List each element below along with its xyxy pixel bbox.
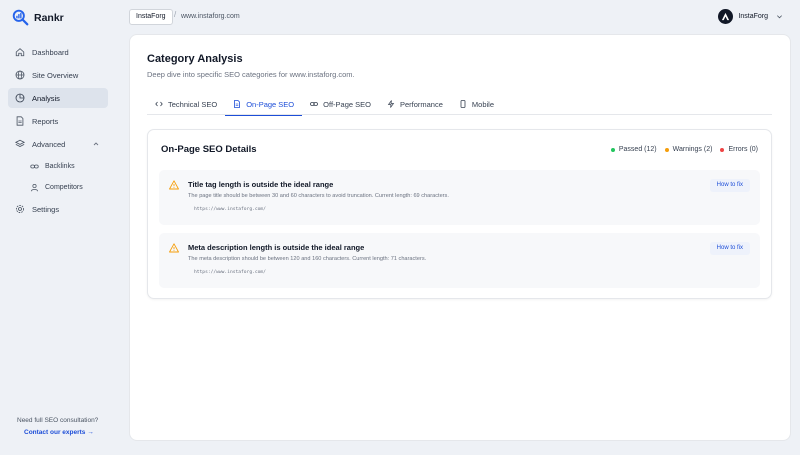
tab-label: Off-Page SEO [323,99,371,109]
avatar [718,9,734,24]
logo-icon [12,9,29,26]
page-subtitle: Deep dive into specific SEO categories f… [147,70,355,79]
tab-performance[interactable]: Performance [379,93,451,115]
chevron-up-icon[interactable] [92,140,100,148]
sidebar-item-label: Analysis [32,93,60,103]
sidebar-item-label: Competitors [45,183,83,191]
error-dot [720,147,725,152]
sidebar-item-backlinks[interactable]: Backlinks [8,157,108,175]
tab-on-page-seo[interactable]: On-Page SEO [225,93,303,116]
breadcrumb-separator: / [174,10,177,19]
lightning-icon [387,100,395,108]
app-logo[interactable]: Rankr [12,9,64,26]
sidebar-item-dashboard[interactable]: Dashboard [8,42,108,62]
mobile-icon [460,100,466,108]
sidebar-item-label: Dashboard [32,47,69,57]
issue-url: https://www.instaforg.com/ [194,207,266,212]
issue-title: Meta description length is outside the i… [188,243,365,252]
issue-description: The page title should be between 30 and … [188,193,449,199]
user-logo-icon [722,12,730,21]
home-icon [15,48,25,57]
link-icon [30,164,39,168]
globe-icon [15,70,25,80]
site-selector[interactable]: InstaForg [129,9,173,25]
warning-dot [664,147,669,152]
errors-count: Errors (0) [728,146,758,153]
sidebar-item-label: Backlinks [45,162,75,170]
issue-item: Title tag length is outside the ideal ra… [159,170,760,225]
code-icon [155,101,163,107]
details-card: On-Page SEO Details Passed (12) Warnings… [147,129,772,299]
tab-mobile[interactable]: Mobile [451,93,502,115]
user-name: InstaForg [738,13,768,20]
issue-item: Meta description length is outside the i… [159,233,760,288]
file-icon [234,100,241,108]
details-title: On-Page SEO Details [161,144,257,155]
sidebar-item-analysis[interactable]: Analysis [8,88,108,108]
status-legend: Passed (12) Warnings (2) Errors (0) [610,146,758,153]
tab-label: Performance [399,99,443,109]
category-tabs: Technical SEO On-Page SEO Off-Page SEO P… [147,93,772,116]
tab-technical-seo[interactable]: Technical SEO [147,93,225,115]
issue-url: https://www.instaforg.com/ [194,270,266,275]
legend-errors: Errors (0) [720,146,758,153]
sidebar-item-advanced[interactable]: Advanced [8,134,108,154]
document-icon [16,116,24,126]
sidebar-item-label: Advanced [32,139,66,149]
legend-passed: Passed (12) [610,146,657,153]
sidebar-item-label: Site Overview [32,70,79,80]
sidebar-item-competitors[interactable]: Competitors [8,178,108,196]
page-title: Category Analysis [147,53,243,65]
tab-label: On-Page SEO [246,99,295,109]
tab-off-page-seo[interactable]: Off-Page SEO [302,93,379,115]
gear-icon [15,204,25,214]
tab-label: Mobile [471,99,494,109]
users-icon [30,183,39,191]
issue-title: Title tag length is outside the ideal ra… [188,180,334,189]
sidebar: Rankr Dashboard Site Overview Analysis R… [0,0,118,455]
warnings-count: Warnings (2) [672,146,713,153]
sidebar-item-site-overview[interactable]: Site Overview [8,65,108,85]
warning-icon [169,243,179,253]
sidebar-item-label: Settings [32,204,60,214]
passed-count: Passed (12) [618,146,657,153]
sidebar-item-settings[interactable]: Settings [8,199,108,219]
sidebar-item-label: Reports [32,116,59,126]
issue-description: The meta description should be between 1… [188,256,427,262]
legend-warnings: Warnings (2) [664,146,713,153]
warning-icon [169,180,179,190]
tab-label: Technical SEO [168,99,218,109]
how-to-fix-button[interactable]: How to fix [709,242,750,255]
link-icon [310,102,319,106]
sidebar-nav: Dashboard Site Overview Analysis Reports… [8,42,108,222]
how-to-fix-button[interactable]: How to fix [709,179,750,192]
layers-icon [15,139,25,147]
app-name: Rankr [34,11,64,24]
sidebar-item-reports[interactable]: Reports [8,111,108,131]
main-panel: Category Analysis Deep dive into specifi… [129,34,791,441]
breadcrumb-url: www.instaforg.com [181,13,240,20]
consultation-prompt: Need full SEO consultation? [17,417,99,424]
pie-chart-icon [15,93,25,103]
passed-dot [610,147,615,152]
chevron-down-icon [777,15,782,19]
contact-experts-link[interactable]: Contact our experts → [24,429,94,436]
user-menu[interactable]: InstaForg [718,9,783,24]
